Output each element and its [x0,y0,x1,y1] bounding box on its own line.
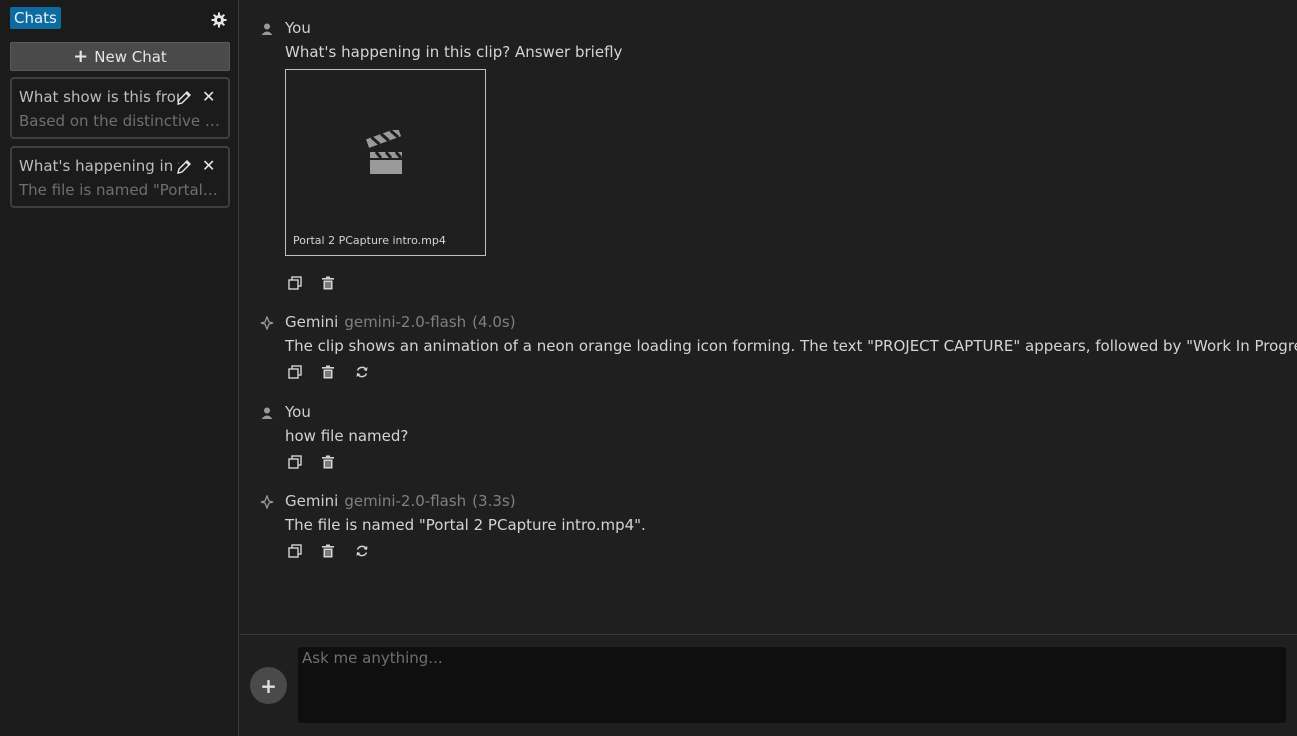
sender-name: Gemini [285,313,339,331]
user-icon [260,406,274,420]
message-text: The clip shows an animation of a neon or… [285,337,1297,355]
chat-title: What's happening in this clip [19,157,179,175]
new-chat-button[interactable]: + New Chat [10,42,230,71]
chat-preview: The file is named "Portal 2... [19,181,221,199]
message-list: You What's happening in this clip? Answe… [240,0,1297,634]
sender-name: You [285,403,311,421]
copy-icon[interactable] [288,544,302,558]
attach-button[interactable]: + [250,667,287,704]
response-time: (4.0s) [472,313,516,331]
regenerate-icon[interactable] [355,544,369,558]
composer: + [240,634,1297,736]
sender-name: You [285,19,311,37]
regenerate-icon[interactable] [355,365,369,379]
close-icon[interactable]: ✕ [202,87,215,106]
close-icon[interactable]: ✕ [202,156,215,175]
sparkle-icon [260,495,274,509]
new-chat-label: New Chat [94,47,167,66]
model-name: gemini-2.0-flash [344,313,467,331]
model-name: gemini-2.0-flash [344,492,467,510]
message-text: The file is named "Portal 2 PCapture int… [285,516,646,534]
sender-line: Gemini gemini-2.0-flash (3.3s) [285,492,516,510]
video-attachment[interactable]: Portal 2 PCapture intro.mp4 [285,69,486,256]
gear-icon[interactable] [211,12,227,28]
sidebar: Chats + New Chat What show is this from [0,0,239,736]
copy-icon[interactable] [288,276,302,290]
pencil-icon[interactable] [176,90,192,106]
trash-icon[interactable] [321,276,335,290]
user-icon [260,22,274,36]
message-text: What's happening in this clip? Answer br… [285,43,623,61]
sparkle-icon [260,316,274,330]
copy-icon[interactable] [288,455,302,469]
trash-icon[interactable] [321,365,335,379]
chat-list-item[interactable]: What's happening in this clip ✕ The file… [10,146,230,208]
clapperboard-icon [366,130,406,178]
attachment-filename: Portal 2 PCapture intro.mp4 [293,234,446,247]
prompt-input[interactable] [298,647,1286,723]
sender-line: Gemini gemini-2.0-flash (4.0s) [285,313,516,331]
sidebar-title: Chats [10,7,61,29]
plus-icon: + [73,45,89,67]
chat-preview: Based on the distinctive ar... [19,112,221,130]
trash-icon[interactable] [321,455,335,469]
message-text: how file named? [285,427,409,445]
response-time: (3.3s) [472,492,516,510]
pencil-icon[interactable] [176,159,192,175]
chat-title: What show is this from [19,88,179,106]
copy-icon[interactable] [288,365,302,379]
chat-list-item[interactable]: What show is this from ✕ Based on the di… [10,77,230,139]
sender-name: Gemini [285,492,339,510]
trash-icon[interactable] [321,544,335,558]
